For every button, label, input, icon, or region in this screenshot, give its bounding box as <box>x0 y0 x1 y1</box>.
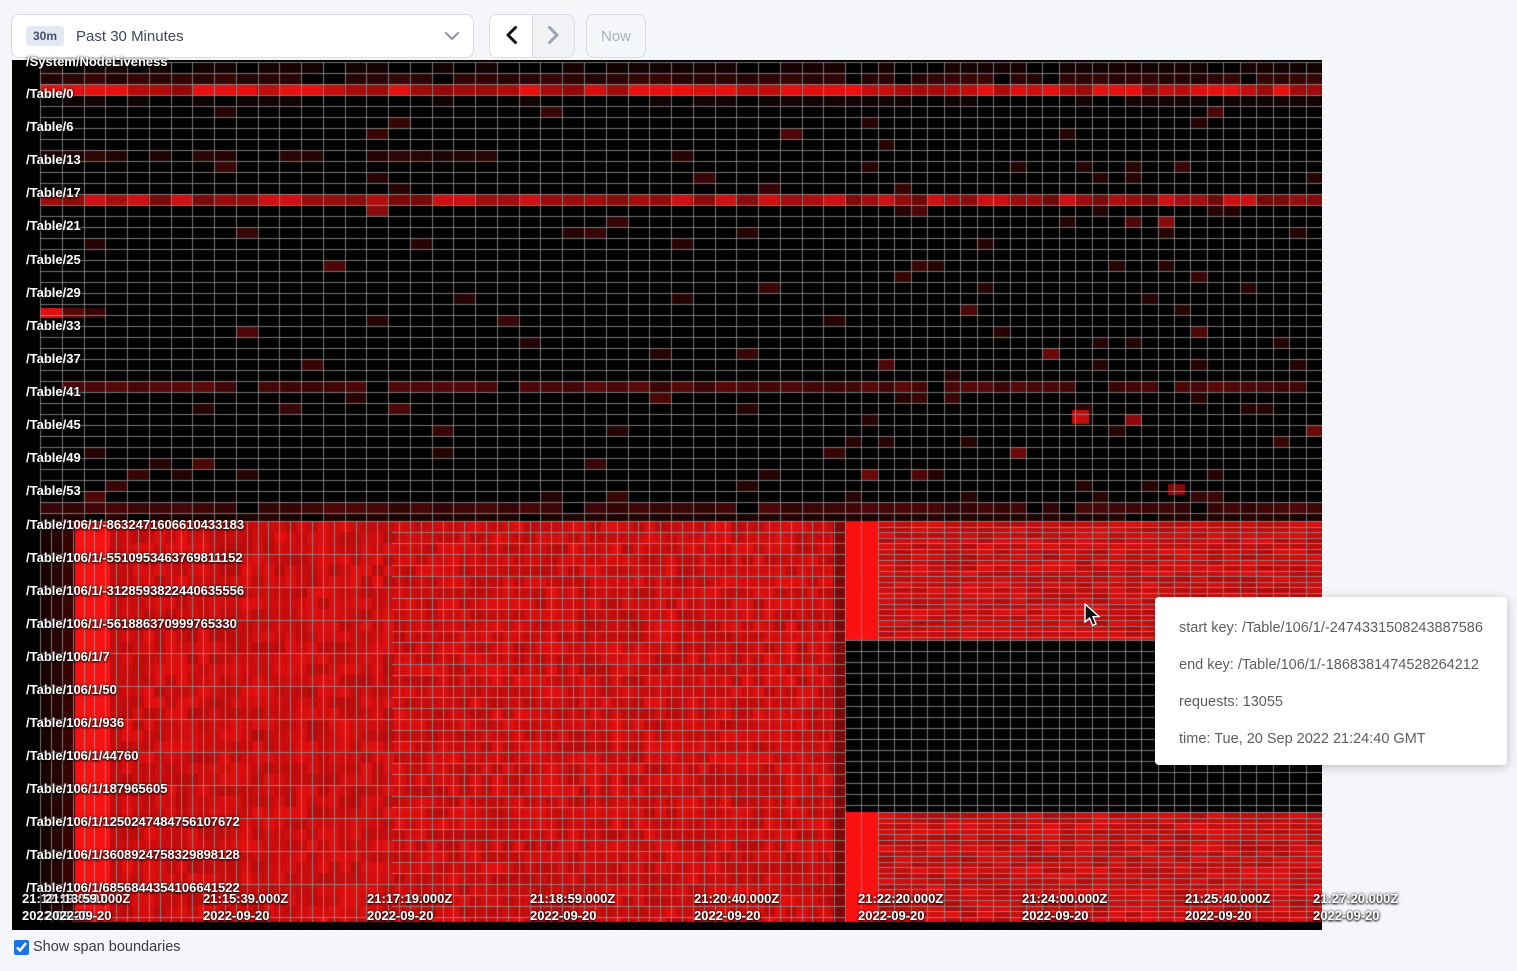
prev-range-button[interactable] <box>490 15 532 57</box>
range-nav-group <box>489 14 575 58</box>
next-range-button[interactable] <box>532 15 574 57</box>
heatmap-canvas[interactable] <box>12 60 1322 930</box>
tooltip-end-key: end key: /Table/106/1/-18683814745282642… <box>1179 647 1483 684</box>
range-badge: 30m <box>26 26 64 46</box>
show-span-boundaries-checkbox[interactable] <box>14 940 29 955</box>
now-button[interactable]: Now <box>586 14 646 58</box>
chevron-down-icon <box>445 32 459 41</box>
checkbox-label: Show span boundaries <box>33 939 181 955</box>
tooltip-time: time: Tue, 20 Sep 2022 21:24:40 GMT <box>1179 721 1483 758</box>
toolbar: 30m Past 30 Minutes Now <box>0 0 1517 60</box>
tooltip-start-key: start key: /Table/106/1/-247433150824388… <box>1179 610 1483 647</box>
tooltip-requests: requests: 13055 <box>1179 684 1483 721</box>
chevron-left-icon <box>506 26 517 47</box>
range-label: Past 30 Minutes <box>76 28 184 45</box>
cell-tooltip: start key: /Table/106/1/-247433150824388… <box>1155 597 1507 765</box>
key-visualizer: /System/NodeLiveness/Table/0/Table/6/Tab… <box>12 60 1322 930</box>
chevron-right-icon <box>548 26 559 47</box>
show-span-boundaries[interactable]: Show span boundaries <box>14 939 181 955</box>
time-tick: 21:27:20.000Z2022-09-20 <box>1313 891 1398 923</box>
time-range-dropdown[interactable]: 30m Past 30 Minutes <box>11 14 474 58</box>
